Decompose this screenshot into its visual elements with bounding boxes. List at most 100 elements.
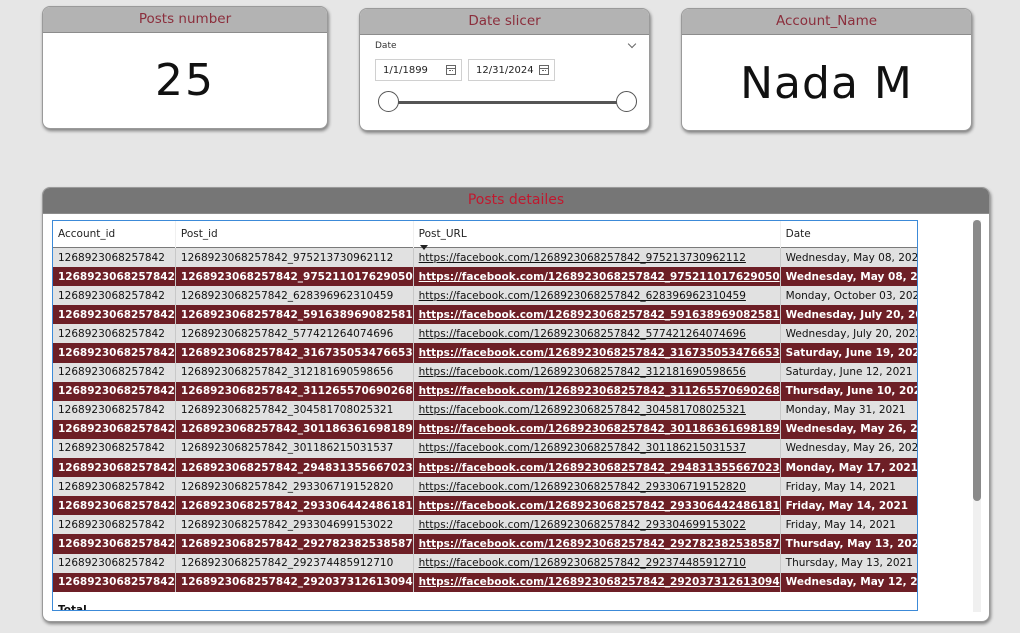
table-row[interactable]: 1268923068257842 1268923068257842_3011862…	[53, 438, 917, 459]
cell-post-url[interactable]: https://facebook.com/1268923068257842_31…	[413, 381, 781, 401]
cell-account-id: 1268923068257842	[53, 400, 176, 420]
posts-number-title: Posts number	[43, 7, 327, 33]
cell-post-id: 1268923068257842_292037312613094	[175, 572, 414, 592]
cell-date: Wednesday, July 20, 2022	[780, 305, 917, 325]
cell-post-url[interactable]: https://facebook.com/1268923068257842_29…	[413, 534, 781, 554]
total-cell	[780, 597, 917, 610]
column-header-account-id[interactable]: Account_id	[53, 221, 176, 248]
cell-account-id: 1268923068257842	[53, 496, 176, 516]
total-row: Total	[53, 597, 917, 610]
cell-post-id: 1268923068257842_312181690598656	[175, 362, 414, 382]
cell-post-url[interactable]: https://facebook.com/1268923068257842_29…	[413, 553, 781, 573]
cell-date: Thursday, May 13, 2021	[780, 534, 917, 554]
end-date-input[interactable]: 12/31/2024	[468, 59, 555, 81]
end-date-value: 12/31/2024	[476, 65, 534, 76]
date-range-track[interactable]	[388, 101, 627, 104]
table-row[interactable]: 1268923068257842 1268923068257842_5774212…	[53, 324, 917, 344]
cell-account-id: 1268923068257842	[53, 572, 176, 592]
start-date-value: 1/1/1899	[383, 65, 428, 76]
cell-post-id: 1268923068257842_304581708025321	[175, 400, 414, 420]
cell-post-url[interactable]: https://facebook.com/1268923068257842_31…	[413, 343, 781, 363]
cell-post-id: 1268923068257842_975213730962112	[175, 247, 414, 268]
cell-post-url[interactable]: https://facebook.com/1268923068257842_59…	[413, 305, 781, 325]
cell-account-id: 1268923068257842	[53, 477, 176, 497]
column-header-date[interactable]: Date	[780, 221, 917, 248]
cell-date: Friday, May 14, 2021	[780, 515, 917, 535]
table-row[interactable]: 1268923068257842 1268923068257842_3167350…	[53, 343, 917, 363]
cell-post-url[interactable]: https://facebook.com/1268923068257842_29…	[413, 496, 781, 516]
end-date-handle[interactable]	[616, 91, 637, 112]
date-field-label: Date	[375, 41, 397, 51]
table-row[interactable]: 1268923068257842 1268923068257842_2923744…	[53, 553, 917, 573]
cell-post-id: 1268923068257842_294831355667023	[175, 458, 414, 478]
table-row[interactable]: 1268923068257842 1268923068257842_2933064…	[53, 496, 917, 516]
cell-post-url[interactable]: https://facebook.com/1268923068257842_57…	[413, 324, 781, 344]
cell-post-id: 1268923068257842_293304699153022	[175, 515, 414, 535]
cell-post-url[interactable]: https://facebook.com/1268923068257842_97…	[413, 267, 781, 287]
cell-post-url[interactable]: https://facebook.com/1268923068257842_29…	[413, 458, 781, 478]
cell-post-url[interactable]: https://facebook.com/1268923068257842_29…	[413, 477, 781, 497]
account-name-card[interactable]: Account_Name Nada M Zo...	[681, 8, 972, 131]
cell-post-url[interactable]: https://facebook.com/1268923068257842_31…	[413, 362, 781, 382]
cell-date: Wednesday, May 26, 2021	[780, 419, 917, 439]
cell-account-id: 1268923068257842	[53, 362, 176, 382]
chevron-down-icon[interactable]	[627, 39, 637, 49]
table-row[interactable]: 1268923068257842 1268923068257842_3045817…	[53, 400, 917, 420]
table-row[interactable]: 1268923068257842 1268923068257842_2920373…	[53, 572, 917, 592]
cell-date: Wednesday, May 12, 2021	[780, 572, 917, 592]
start-date-input[interactable]: 1/1/1899	[375, 59, 462, 81]
table-body: 1268923068257842 1268923068257842_9752137…	[53, 247, 917, 610]
calendar-icon[interactable]	[446, 65, 456, 75]
cell-post-url[interactable]: https://facebook.com/1268923068257842_30…	[413, 419, 781, 439]
scrollbar-thumb[interactable]	[973, 220, 981, 501]
table-row[interactable]: 1268923068257842 1268923068257842_3112655…	[53, 381, 917, 401]
cell-date: Monday, May 31, 2021	[780, 400, 917, 420]
calendar-icon[interactable]	[539, 65, 549, 75]
table-row[interactable]: 1268923068257842 1268923068257842_3121816…	[53, 362, 917, 382]
cell-account-id: 1268923068257842	[53, 247, 176, 268]
cell-account-id: 1268923068257842	[53, 286, 176, 306]
column-header-post-url[interactable]: Post_URL	[413, 221, 781, 250]
cell-post-url[interactable]: https://facebook.com/1268923068257842_29…	[413, 515, 781, 535]
cell-date: Saturday, June 12, 2021	[780, 362, 917, 382]
cell-date: Thursday, May 13, 2021	[780, 553, 917, 573]
cell-post-id: 1268923068257842_293306442486181	[175, 496, 414, 516]
vertical-scrollbar[interactable]	[973, 220, 981, 612]
cell-account-id: 1268923068257842	[53, 515, 176, 535]
cell-post-url[interactable]: https://facebook.com/1268923068257842_62…	[413, 286, 781, 306]
posts-number-value: 25	[155, 55, 215, 106]
cell-post-id: 1268923068257842_628396962310459	[175, 286, 414, 306]
cell-account-id: 1268923068257842	[53, 381, 176, 401]
date-slicer-card[interactable]: Date slicer Date 1/1/1899 12/31/2024	[359, 8, 650, 131]
cell-account-id: 1268923068257842	[53, 267, 176, 287]
table-header-row: Account_id Post_id Post_URL Date	[53, 221, 917, 250]
table-row[interactable]: 1268923068257842 1268923068257842_5916389…	[53, 305, 917, 325]
cell-post-url[interactable]: https://facebook.com/1268923068257842_97…	[413, 247, 781, 268]
cell-date: Monday, May 17, 2021	[780, 458, 917, 478]
cell-date: Thursday, June 10, 2021	[780, 381, 917, 401]
table-row[interactable]: 1268923068257842 1268923068257842_6283969…	[53, 286, 917, 306]
posts-number-card[interactable]: Posts number 25	[42, 6, 328, 129]
cell-post-url[interactable]: https://facebook.com/1268923068257842_30…	[413, 438, 781, 459]
cell-date: Wednesday, May 08, 2024	[780, 267, 917, 287]
table-row[interactable]: 1268923068257842 1268923068257842_9752110…	[53, 267, 917, 287]
total-cell	[413, 597, 781, 610]
cell-post-id: 1268923068257842_311265570690268	[175, 381, 414, 401]
cell-post-id: 1268923068257842_292782382538587	[175, 534, 414, 554]
cell-post-id: 1268923068257842_292374485912710	[175, 553, 414, 573]
column-header-post-id[interactable]: Post_id	[175, 221, 414, 248]
cell-post-id: 1268923068257842_316735053476653	[175, 343, 414, 363]
cell-post-url[interactable]: https://facebook.com/1268923068257842_30…	[413, 400, 781, 420]
cell-date: Wednesday, May 08, 2024	[780, 247, 917, 268]
table-row[interactable]: 1268923068257842 1268923068257842_2933046…	[53, 515, 917, 535]
start-date-handle[interactable]	[378, 91, 399, 112]
cell-post-url[interactable]: https://facebook.com/1268923068257842_29…	[413, 572, 781, 592]
table-row[interactable]: 1268923068257842 1268923068257842_2948313…	[53, 458, 917, 478]
table-row[interactable]: 1268923068257842 1268923068257842_3011863…	[53, 419, 917, 439]
table-row[interactable]: 1268923068257842 1268923068257842_2933067…	[53, 477, 917, 497]
table-row[interactable]: 1268923068257842 1268923068257842_9752137…	[53, 247, 917, 268]
posts-details-card: Posts detailes Account_id Post_id Post_U…	[42, 187, 990, 622]
cell-date: Saturday, June 19, 2021	[780, 343, 917, 363]
cell-date: Friday, May 14, 2021	[780, 477, 917, 497]
table-row[interactable]: 1268923068257842 1268923068257842_2927823…	[53, 534, 917, 554]
